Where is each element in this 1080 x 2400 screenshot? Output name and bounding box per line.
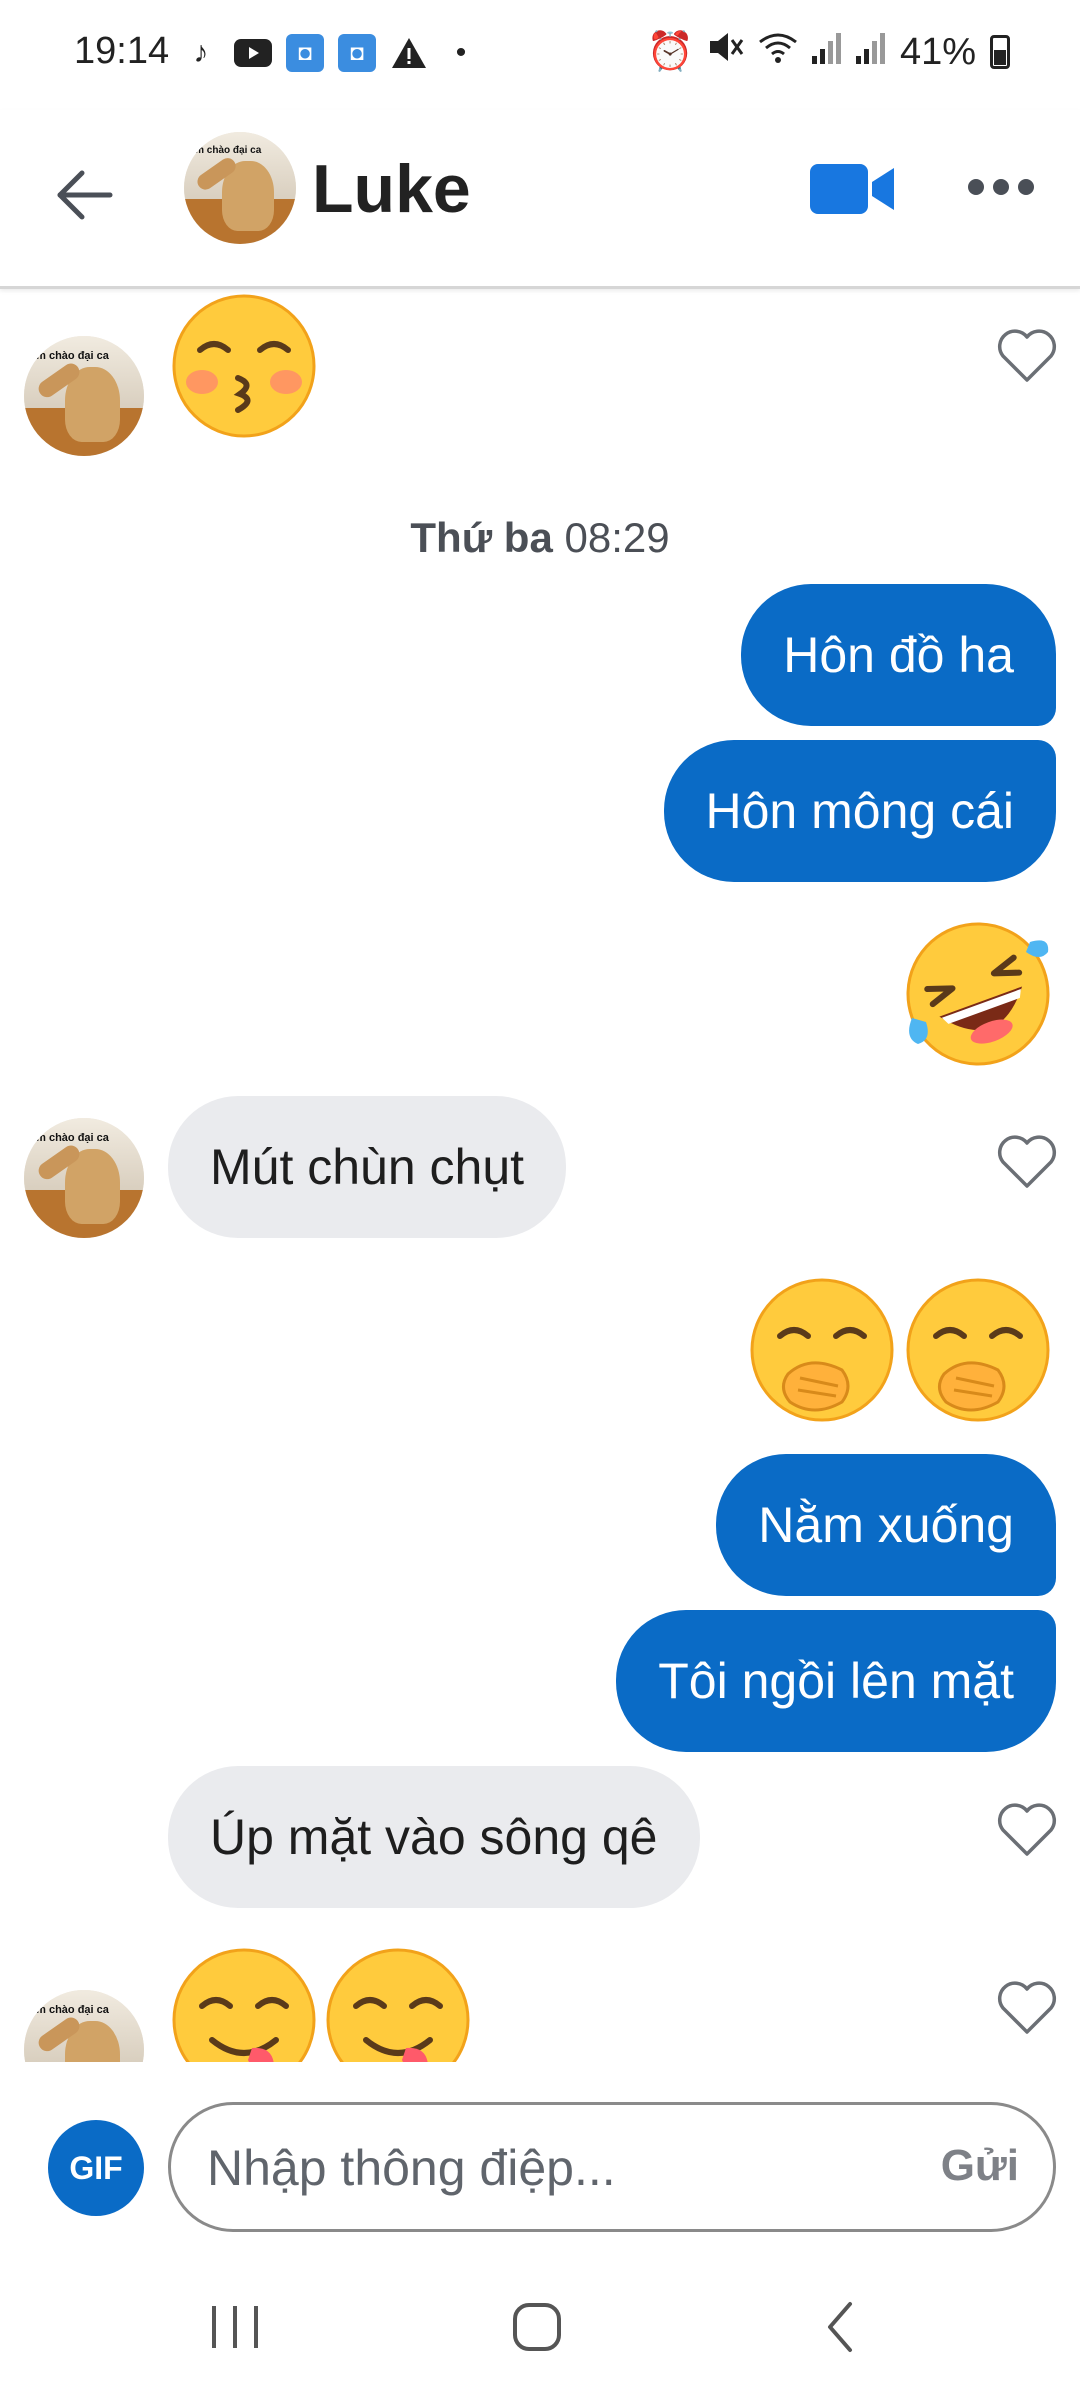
status-time: 19:14 — [74, 30, 170, 72]
rolling-laughing-emoji — [906, 922, 1050, 1066]
timestamp-day: Thứ ba — [410, 514, 553, 561]
youtube-icon — [234, 34, 272, 72]
hand-over-mouth-emoji — [750, 1278, 894, 1422]
heart-icon[interactable] — [996, 328, 1058, 384]
more-horizontal-icon — [968, 179, 1034, 195]
message-composer: GIF Gửi — [0, 2090, 1080, 2250]
contact-avatar-small[interactable]: Em chào đại ca — [24, 1118, 144, 1238]
video-camera-icon — [810, 164, 894, 214]
more-options-button[interactable] — [966, 172, 1036, 202]
contact-avatar-small[interactable]: Em chào đại ca — [24, 336, 144, 456]
message-field[interactable]: Gửi — [168, 2102, 1056, 2232]
send-button[interactable]: Gửi — [941, 2141, 1019, 2191]
gif-button[interactable]: GIF — [48, 2120, 144, 2216]
chat-header: Em chào đại ca Luke — [0, 110, 1080, 289]
battery-percent: 41% — [899, 30, 976, 73]
system-nav-bar — [0, 2250, 1080, 2400]
signal-icon — [811, 31, 842, 74]
arrow-left-icon — [57, 170, 113, 220]
outgoing-message[interactable]: Nằm xuống — [716, 1454, 1056, 1596]
outgoing-message[interactable]: Hôn đồ ha — [741, 584, 1056, 726]
heart-icon[interactable] — [996, 1802, 1058, 1858]
contact-avatar-small[interactable]: Em chào đại ca — [24, 1990, 144, 2062]
photo-icon: ◘ — [286, 34, 324, 72]
message-clip-area: Em chào đại ca — [0, 1940, 1080, 2062]
signal-icon — [855, 31, 886, 74]
incoming-message[interactable]: Mút chùn chụt — [168, 1096, 567, 1238]
wifi-icon — [758, 30, 798, 74]
status-system-icons: ⏰ 41% — [647, 30, 1010, 74]
message-input[interactable] — [205, 2105, 889, 2231]
hand-over-mouth-emoji — [906, 1278, 1050, 1422]
photo-icon: ◘ — [338, 34, 376, 72]
video-call-button[interactable] — [810, 162, 894, 216]
savoring-food-emoji — [172, 1948, 316, 2062]
contact-name[interactable]: Luke — [312, 150, 471, 228]
dot-icon: • — [455, 36, 467, 69]
outgoing-message[interactable]: Hôn mông cái — [663, 740, 1056, 882]
back-button[interactable] — [50, 160, 120, 230]
recent-apps-icon[interactable] — [200, 2292, 270, 2362]
status-notification-icons: ♪ ◘ ◘ • — [182, 34, 480, 72]
mute-icon — [708, 30, 744, 74]
status-bar: 19:14 ♪ ◘ ◘ • ⏰ 41% — [0, 0, 1080, 110]
contact-avatar[interactable]: Em chào đại ca — [184, 132, 296, 244]
home-icon[interactable] — [502, 2292, 572, 2362]
battery-icon — [990, 35, 1010, 69]
back-nav-icon[interactable] — [806, 2292, 876, 2362]
warning-icon — [390, 34, 428, 72]
savoring-food-emoji — [326, 1948, 470, 2062]
alarm-icon: ⏰ — [646, 31, 694, 73]
heart-icon[interactable] — [996, 1980, 1058, 2036]
outgoing-message[interactable]: Tôi ngồi lên mặt — [616, 1610, 1056, 1752]
kissing-face-emoji — [172, 294, 316, 438]
conversation-timestamp: Thứ ba 08:29 — [0, 514, 1080, 562]
heart-icon[interactable] — [996, 1134, 1058, 1190]
tiktok-icon: ♪ — [193, 36, 209, 69]
timestamp-time: 08:29 — [564, 514, 670, 561]
incoming-message[interactable]: Úp mặt vào sông qê — [168, 1766, 700, 1908]
